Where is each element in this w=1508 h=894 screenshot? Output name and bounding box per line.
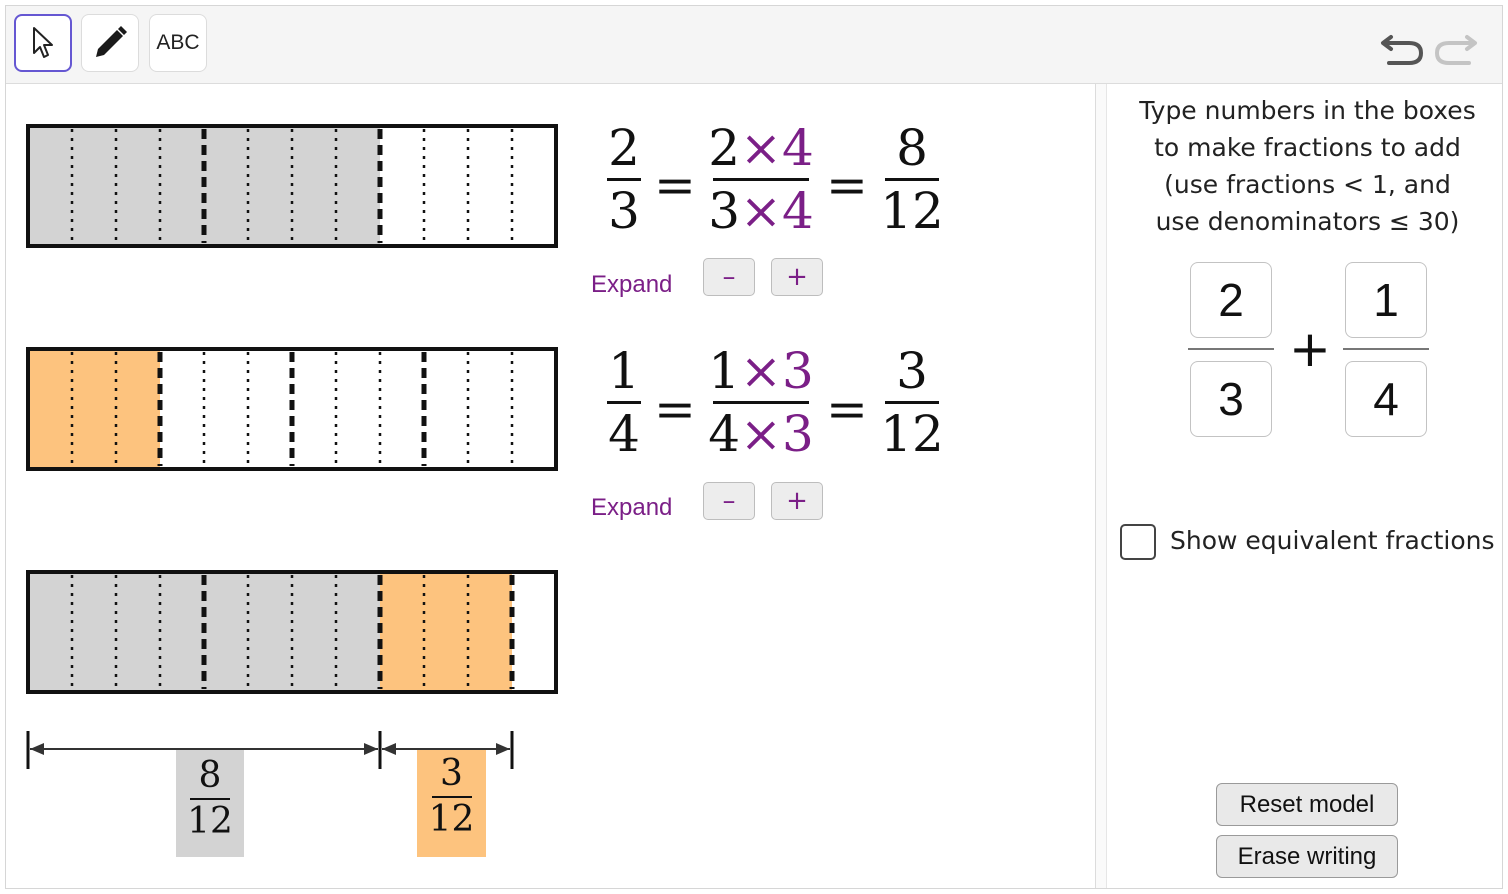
equals-sign: =: [654, 156, 696, 214]
fraction-8-12: 8 12: [880, 118, 944, 241]
expand-minus-button[interactable]: –: [703, 482, 755, 520]
expanded-denominator: 3 × 4: [708, 182, 814, 240]
numerator: 8: [896, 119, 928, 177]
expand-label: Expand: [591, 271, 673, 298]
expand-plus-button[interactable]: +: [771, 258, 823, 296]
label-8-12: 8 12: [176, 754, 244, 844]
expanded-numerator: 2 × 4: [708, 119, 814, 177]
second-fraction-bar: [1343, 348, 1429, 350]
equals-sign: =: [654, 380, 696, 438]
first-denominator-input[interactable]: 3: [1190, 361, 1272, 437]
instruction-line: (use fractions < 1, and: [1164, 170, 1451, 199]
second-numerator-input[interactable]: 1: [1345, 262, 1427, 338]
measure-arrow-first-head-left: [30, 743, 44, 755]
undo-icon: [1381, 35, 1424, 65]
expanded-numerator: 1 × 3: [708, 342, 814, 400]
measure-arrow-second-head-left: [382, 743, 396, 755]
show-equivalent-checkbox[interactable]: [1120, 524, 1156, 560]
equals-sign: =: [826, 380, 868, 438]
show-equivalent-label[interactable]: Show equivalent fractions: [1170, 526, 1495, 555]
denominator: 3: [608, 182, 640, 240]
instructions: Type numbers in the boxes to make fracti…: [1130, 92, 1485, 240]
expanded-denominator: 4 × 3: [708, 405, 814, 463]
bar-model-sum-second-region: [380, 572, 512, 692]
denominator: 4: [608, 405, 640, 463]
fraction-2x4-3x4: 2 × 4 3 × 4: [706, 118, 816, 241]
fraction-2-3: 2 3: [602, 118, 646, 241]
denominator: 12: [428, 799, 475, 840]
fraction-1x3-4x3: 1 × 3 4 × 3: [706, 341, 816, 464]
label-3-12: 3 12: [417, 752, 486, 842]
equals-sign: =: [826, 156, 868, 214]
fraction-3-12: 3 12: [880, 341, 944, 464]
fraction-1-4: 1 4: [602, 341, 646, 464]
measure-arrow-second-head-right: [496, 743, 510, 755]
denominator: 12: [187, 801, 233, 842]
instruction-line: to make fractions to add: [1154, 133, 1461, 162]
expand-minus-button[interactable]: –: [703, 258, 755, 296]
second-denominator-input[interactable]: 4: [1345, 361, 1427, 437]
measure-arrow-first-head-right: [364, 743, 378, 755]
first-fraction-bar: [1188, 348, 1274, 350]
denominator: 12: [880, 182, 944, 240]
reset-model-button[interactable]: Reset model: [1216, 783, 1398, 826]
numerator: 3: [440, 753, 463, 794]
instruction-line: use denominators ≤ 30): [1155, 207, 1460, 236]
numerator: 1: [608, 342, 640, 400]
panel-divider: [1095, 84, 1107, 888]
undo-button[interactable]: [1378, 28, 1426, 68]
first-numerator-input[interactable]: 2: [1190, 262, 1272, 338]
erase-writing-button[interactable]: Erase writing: [1216, 835, 1398, 878]
numerator: 2: [608, 119, 640, 177]
geogebra-applet: ABC 2 3 = 2 × 4 3 × 4 = 8 12 Expand – + …: [0, 0, 1508, 894]
redo-button[interactable]: [1432, 28, 1480, 68]
instruction-line: Type numbers in the boxes: [1139, 96, 1476, 125]
denominator: 12: [880, 405, 944, 463]
numerator: 3: [896, 342, 928, 400]
plus-sign: +: [1289, 320, 1331, 378]
bar-model-second-filled-region: [28, 349, 160, 469]
numerator: 8: [198, 755, 222, 796]
expand-label: Expand: [591, 494, 673, 521]
redo-icon: [1434, 35, 1477, 65]
expand-plus-button[interactable]: +: [771, 482, 823, 520]
